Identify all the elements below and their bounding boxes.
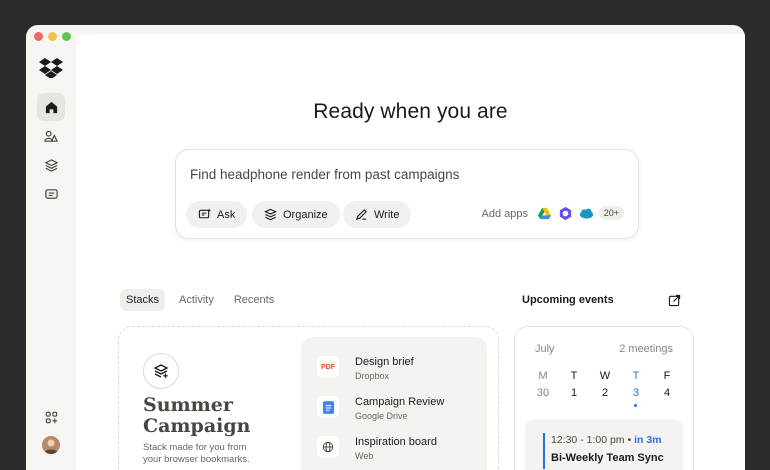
ask-label: Ask (217, 208, 236, 221)
layers-icon (44, 158, 58, 172)
stack-title: Summer Campaign (143, 395, 250, 437)
calendar-dates: 30 1 2 3 4 (529, 387, 681, 399)
calendar-weekdays: M T W T F (529, 370, 681, 382)
event-time: 12:30 - 1:00 pm • in 3m (551, 434, 662, 446)
globe-icon (317, 436, 339, 458)
event-relative-time: in 3m (634, 434, 662, 446)
main-panel: Ready when you are Find headphone render… (76, 34, 745, 470)
sidebar-item-home[interactable] (37, 93, 65, 121)
dropbox-logo-icon[interactable] (39, 58, 63, 78)
event-color-bar (543, 433, 545, 469)
search-box[interactable]: Find headphone render from past campaign… (175, 149, 639, 239)
weekday-label-today: T (632, 370, 640, 382)
organize-icon (264, 208, 277, 221)
calendar-date[interactable]: 30 (529, 387, 557, 399)
today-dot (634, 404, 637, 407)
sidebar-item-chat[interactable] (37, 180, 65, 208)
avatar[interactable] (42, 436, 60, 454)
add-apps-label[interactable]: Add apps (482, 208, 528, 220)
stack-layers-icon (153, 364, 169, 378)
tab-activity[interactable]: Activity (173, 289, 220, 311)
stack-links-panel: PDF Design brief Dropbox Campaign Review… (301, 337, 487, 470)
app-window: Ready when you are Find headphone render… (26, 25, 745, 470)
weekday-label: W (599, 370, 611, 382)
stack-link-design-brief[interactable]: PDF Design brief Dropbox (317, 356, 414, 381)
google-docs-icon (317, 396, 339, 418)
more-apps-badge[interactable]: 20+ (598, 206, 624, 220)
event-time-range: 12:30 - 1:00 pm (551, 434, 625, 446)
write-button[interactable]: Write (343, 201, 412, 228)
calendar-month: July (535, 343, 555, 355)
stack-title-line1: Summer (143, 394, 233, 416)
sidebar-item-people[interactable] (37, 122, 65, 150)
link-source: Dropbox (355, 371, 390, 381)
stack-icon-badge (143, 353, 179, 389)
link-title: Inspiration board (355, 436, 437, 448)
tab-stacks[interactable]: Stacks (120, 289, 166, 311)
hexagon-app-icon[interactable] (558, 206, 573, 221)
sidebar (26, 25, 76, 470)
weekday-label: M (538, 370, 548, 382)
stack-card[interactable]: Summer Campaign Stack made for you from … (118, 326, 499, 470)
weekday-label: T (570, 370, 578, 382)
google-drive-icon[interactable] (537, 206, 552, 221)
apps-grid-icon (45, 411, 57, 423)
stack-link-inspiration-board[interactable]: Inspiration board Web (317, 436, 437, 461)
organize-button[interactable]: Organize (252, 201, 340, 228)
pdf-icon: PDF (317, 356, 339, 378)
hero-title: Ready when you are (313, 100, 508, 123)
stack-title-line2: Campaign (143, 415, 251, 437)
stack-description: Stack made for you from your browser boo… (143, 442, 250, 465)
link-title: Campaign Review (355, 396, 445, 408)
tab-recents[interactable]: Recents (228, 289, 280, 311)
calendar-meetings-count: 2 meetings (619, 343, 673, 355)
write-icon (355, 209, 367, 221)
calendar-date[interactable]: 4 (653, 387, 681, 399)
link-source: Web (355, 451, 374, 461)
link-source: Google Drive (355, 411, 408, 421)
upcoming-events-heading: Upcoming events (522, 294, 614, 306)
calendar-date[interactable]: 1 (560, 387, 588, 399)
chat-icon (44, 188, 58, 199)
apps-grid-button[interactable] (37, 403, 65, 431)
write-label: Write (374, 208, 400, 221)
stack-link-campaign-review[interactable]: Campaign Review Google Drive (317, 396, 444, 421)
calendar-date-today[interactable]: 3 (622, 387, 650, 399)
ask-button[interactable]: Ask (186, 201, 248, 228)
link-title: Design brief (355, 356, 414, 368)
event-title: Bi-Weekly Team Sync (551, 452, 664, 464)
salesforce-icon[interactable] (579, 206, 594, 221)
people-icon (43, 130, 58, 142)
calendar-card: July 2 meetings M T W T F 30 1 2 3 4 12:… (514, 326, 694, 470)
home-icon (45, 101, 57, 113)
organize-label: Organize (283, 208, 328, 221)
content-tabs: Stacks Activity Recents (120, 289, 280, 311)
open-external-icon[interactable] (668, 294, 681, 307)
ask-icon (198, 208, 211, 219)
sidebar-item-stacks[interactable] (37, 151, 65, 179)
weekday-label: F (663, 370, 671, 382)
event-card[interactable]: 12:30 - 1:00 pm • in 3m Bi-Weekly Team S… (525, 419, 683, 470)
event-separator: • (627, 434, 632, 446)
calendar-date[interactable]: 2 (591, 387, 619, 399)
search-input[interactable]: Find headphone render from past campaign… (190, 167, 459, 182)
